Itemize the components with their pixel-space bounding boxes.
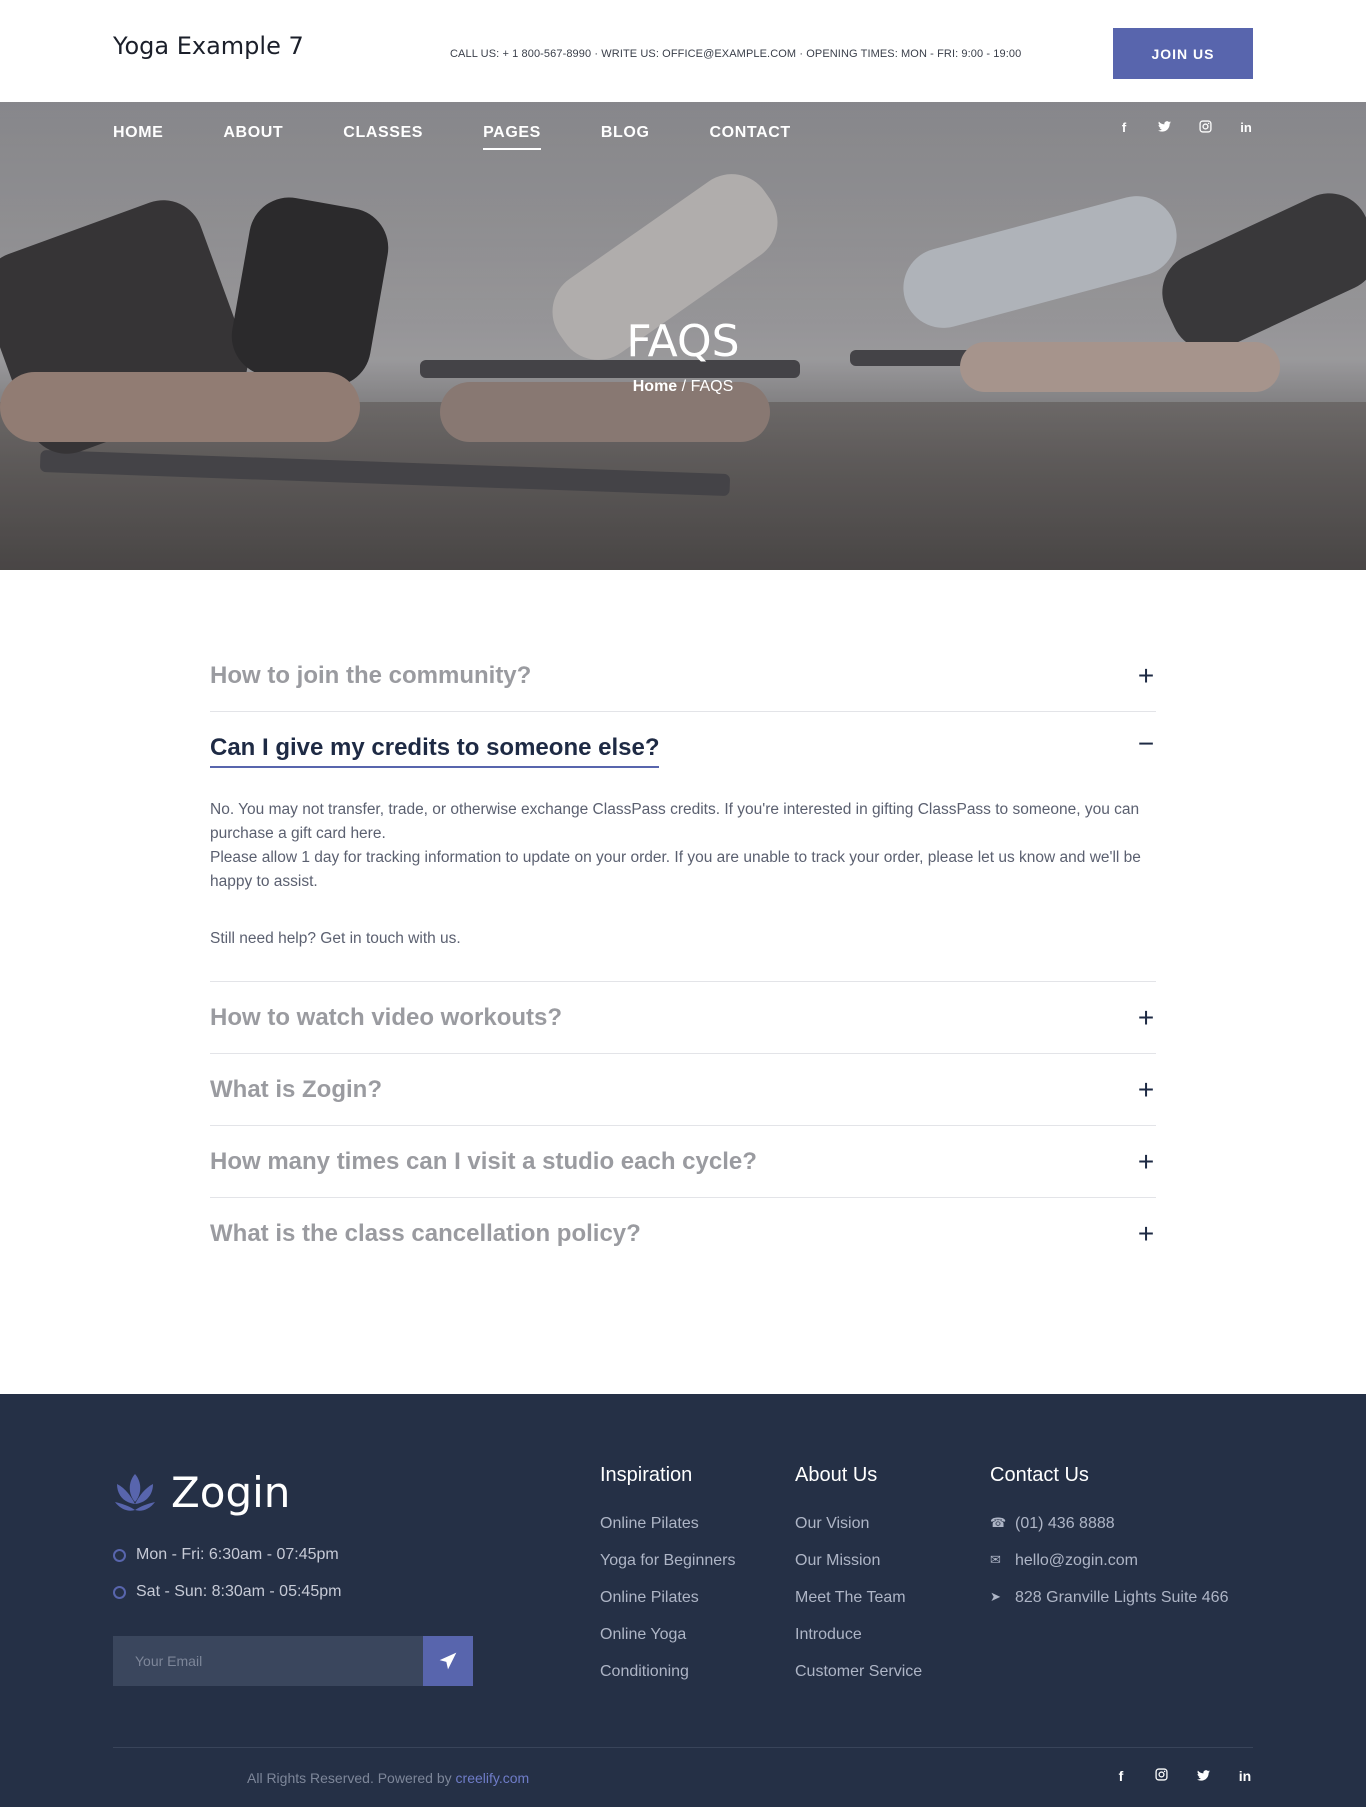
plus-icon[interactable]: + bbox=[1136, 1148, 1156, 1176]
breadcrumb: Home / FAQS bbox=[0, 378, 1366, 396]
footer-link[interactable]: Online Pilates bbox=[600, 1515, 736, 1552]
instagram-icon[interactable] bbox=[1151, 1768, 1171, 1784]
contact-info-line: CALL US: + 1 800-567-8990 · WRITE US: OF… bbox=[450, 48, 1022, 60]
footer-link[interactable]: Online Yoga bbox=[600, 1626, 736, 1663]
nav-blog[interactable]: BLOG bbox=[601, 124, 650, 148]
hours-text: Mon - Fri: 6:30am - 07:45pm bbox=[136, 1546, 339, 1563]
footer-link[interactable]: Yoga for Beginners bbox=[600, 1552, 736, 1589]
faq-answer-text: Please allow 1 day for tracking informat… bbox=[210, 849, 1141, 890]
site-footer: Zogin Mon - Fri: 6:30am - 07:45pm Sat - … bbox=[0, 1394, 1366, 1807]
footer-link[interactable]: Conditioning bbox=[600, 1663, 736, 1700]
footer-column-title: Inspiration bbox=[600, 1464, 693, 1486]
faq-question[interactable]: How to watch video workouts? bbox=[210, 982, 1156, 1053]
plus-icon[interactable]: + bbox=[1136, 1220, 1156, 1248]
hero-banner: FAQS Home / FAQS bbox=[0, 102, 1366, 570]
newsletter-submit-button[interactable] bbox=[423, 1636, 473, 1686]
faq-question[interactable]: What is Zogin? bbox=[210, 1054, 1156, 1125]
nav-about[interactable]: ABOUT bbox=[223, 124, 283, 148]
contact-phone[interactable]: ☎ (01) 436 8888 bbox=[990, 1515, 1228, 1552]
footer-link[interactable]: Online Pilates bbox=[600, 1589, 736, 1626]
footer-link[interactable]: Our Mission bbox=[795, 1552, 922, 1589]
footer-link[interactable]: Meet The Team bbox=[795, 1589, 922, 1626]
main-nav: HOME ABOUT CLASSES PAGES BLOG CONTACT bbox=[113, 124, 851, 150]
faq-item[interactable]: How to watch video workouts? + bbox=[210, 982, 1156, 1054]
page-title: FAQS bbox=[626, 316, 740, 367]
faq-item[interactable]: What is the class cancellation policy? + bbox=[210, 1198, 1156, 1269]
footer-divider bbox=[113, 1747, 1253, 1748]
footer-column-contact: Contact Us ☎ (01) 436 8888 ✉ hello@zogin… bbox=[990, 1464, 1228, 1626]
breadcrumb-separator: / bbox=[681, 378, 687, 395]
faq-answer: No. You may not transfer, trade, or othe… bbox=[210, 790, 1156, 981]
clock-icon bbox=[113, 1548, 126, 1562]
faq-question[interactable]: How to join the community? bbox=[210, 640, 1156, 711]
faq-item[interactable]: What is Zogin? + bbox=[210, 1054, 1156, 1126]
hours-text: Sat - Sun: 8:30am - 05:45pm bbox=[136, 1583, 342, 1600]
instagram-icon[interactable] bbox=[1195, 120, 1215, 136]
twitter-icon[interactable] bbox=[1193, 1768, 1213, 1784]
linkedin-icon[interactable]: in bbox=[1236, 120, 1256, 135]
copyright-text: All Rights Reserved. Powered by bbox=[247, 1770, 452, 1786]
hours-row: Sat - Sun: 8:30am - 05:45pm bbox=[113, 1583, 341, 1601]
footer-link[interactable]: Customer Service bbox=[795, 1663, 922, 1700]
plus-icon[interactable]: + bbox=[1136, 1076, 1156, 1104]
address-text: 828 Granville Lights Suite 466 bbox=[1015, 1589, 1229, 1606]
newsletter-email-input[interactable]: Your Email bbox=[113, 1636, 423, 1686]
join-us-button[interactable]: JOIN US bbox=[1113, 28, 1253, 79]
faq-item-open[interactable]: Can I give my credits to someone else? −… bbox=[210, 712, 1156, 982]
minus-icon[interactable]: − bbox=[1136, 730, 1156, 758]
footer-column-about: About Us Our Vision Our Mission Meet The… bbox=[795, 1464, 922, 1700]
faq-question[interactable]: How many times can I visit a studio each… bbox=[210, 1126, 1156, 1197]
footer-column-inspiration: Inspiration Online Pilates Yoga for Begi… bbox=[600, 1464, 736, 1700]
location-arrow-icon: ➤ bbox=[990, 1589, 1001, 1604]
linkedin-icon[interactable]: in bbox=[1235, 1768, 1255, 1784]
faq-item[interactable]: How many times can I visit a studio each… bbox=[210, 1126, 1156, 1198]
twitter-icon[interactable] bbox=[1154, 120, 1174, 135]
faq-question[interactable]: What is the class cancellation policy? bbox=[210, 1198, 1156, 1269]
footer-link[interactable]: Introduce bbox=[795, 1626, 922, 1663]
nav-home[interactable]: HOME bbox=[113, 124, 163, 148]
send-icon bbox=[439, 1652, 457, 1670]
plus-icon[interactable]: + bbox=[1136, 1004, 1156, 1032]
breadcrumb-home[interactable]: Home bbox=[633, 378, 677, 395]
hours-row: Mon - Fri: 6:30am - 07:45pm bbox=[113, 1546, 339, 1564]
contact-email[interactable]: ✉ hello@zogin.com bbox=[990, 1552, 1228, 1589]
faq-question-text[interactable]: Can I give my credits to someone else? bbox=[210, 734, 660, 768]
lotus-icon bbox=[115, 1473, 155, 1511]
breadcrumb-current: FAQS bbox=[690, 378, 734, 395]
site-logo[interactable]: Yoga Example 7 bbox=[113, 32, 304, 60]
faq-answer-text: No. You may not transfer, trade, or othe… bbox=[210, 801, 1140, 842]
faq-answer-help: Still need help? Get in touch with us. bbox=[210, 930, 461, 947]
envelope-icon: ✉ bbox=[990, 1552, 1001, 1567]
facebook-icon[interactable]: f bbox=[1111, 1768, 1131, 1784]
faq-question[interactable]: Can I give my credits to someone else? bbox=[210, 712, 1156, 790]
facebook-icon[interactable]: f bbox=[1114, 120, 1134, 135]
plus-icon[interactable]: + bbox=[1136, 662, 1156, 690]
nav-contact[interactable]: CONTACT bbox=[710, 124, 791, 148]
email-text: hello@zogin.com bbox=[1015, 1552, 1138, 1569]
footer-column-title: Contact Us bbox=[990, 1464, 1089, 1486]
faq-accordion: How to join the community? + Can I give … bbox=[210, 640, 1156, 1269]
faq-item[interactable]: How to join the community? + bbox=[210, 640, 1156, 712]
nav-classes[interactable]: CLASSES bbox=[343, 124, 423, 148]
copyright-link[interactable]: creelify.com bbox=[456, 1770, 530, 1786]
nav-pages[interactable]: PAGES bbox=[483, 124, 541, 150]
contact-address: ➤ 828 Granville Lights Suite 466 bbox=[990, 1589, 1228, 1626]
top-bar: Yoga Example 7 CALL US: + 1 800-567-8990… bbox=[0, 0, 1366, 102]
phone-icon: ☎ bbox=[990, 1515, 1007, 1530]
copyright: All Rights Reserved. Powered by creelify… bbox=[247, 1770, 529, 1786]
clock-icon bbox=[113, 1585, 126, 1599]
phone-text: (01) 436 8888 bbox=[1015, 1515, 1115, 1532]
footer-link[interactable]: Our Vision bbox=[795, 1515, 922, 1552]
footer-logo[interactable]: Zogin bbox=[113, 1468, 290, 1517]
footer-brand-name: Zogin bbox=[171, 1468, 291, 1517]
footer-column-title: About Us bbox=[795, 1464, 878, 1486]
